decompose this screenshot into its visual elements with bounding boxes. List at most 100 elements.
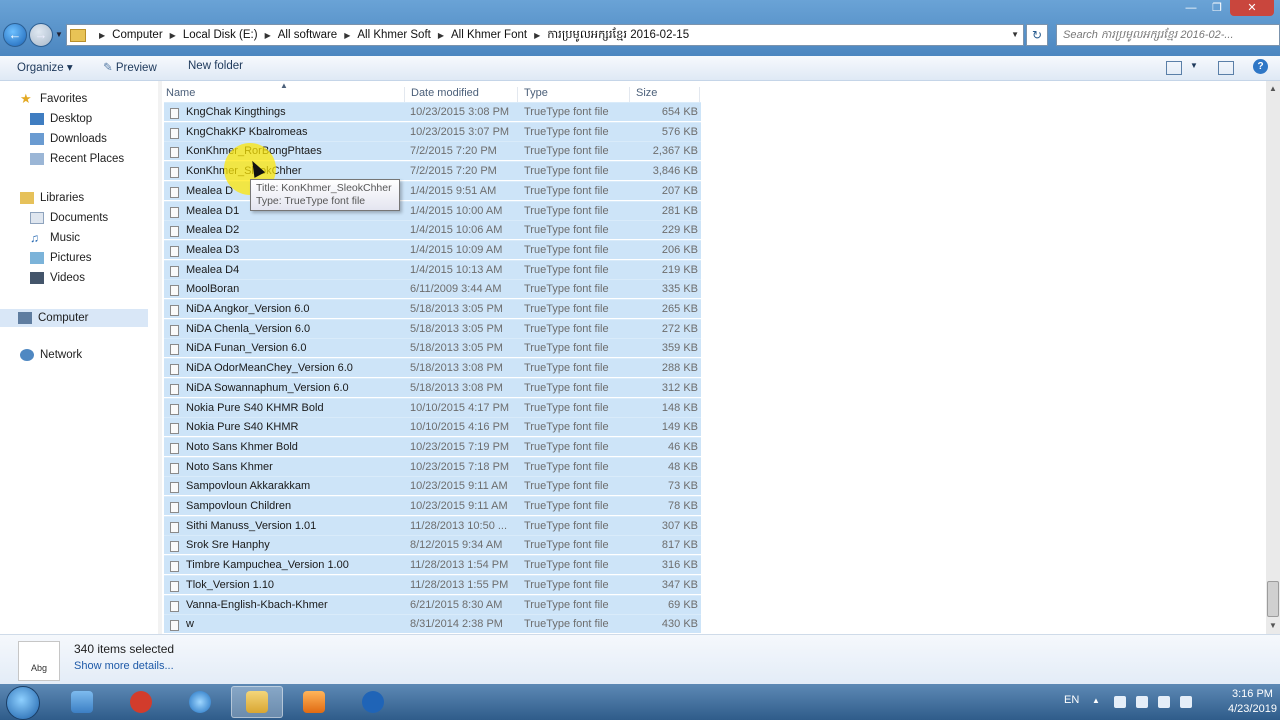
tray-app-icon[interactable] bbox=[1136, 696, 1148, 708]
scroll-down-icon[interactable]: ▼ bbox=[1266, 618, 1280, 634]
tooltip-title: Title: KonKhmer_SleokChher bbox=[256, 182, 392, 194]
taskbar-app-explorer[interactable] bbox=[231, 686, 283, 718]
file-row[interactable]: Noto Sans Khmer Bold 10/23/2015 7:19 PM Tr… bbox=[164, 437, 701, 456]
preview-button[interactable]: ✎ Preview bbox=[103, 60, 157, 74]
nav-downloads[interactable]: Downloads bbox=[30, 133, 107, 145]
clock[interactable]: 3:16 PM 4/23/2019 bbox=[1228, 687, 1277, 717]
file-size: 206 KB bbox=[661, 244, 698, 256]
refresh-icon: ↻ bbox=[1031, 28, 1043, 42]
scroll-up-icon[interactable]: ▲ bbox=[1266, 81, 1280, 97]
file-row[interactable]: NiDA Angkor_Version 6.0 5/18/2013 3:05 PM… bbox=[164, 299, 701, 318]
file-row[interactable]: Mealea D4 1/4/2015 10:13 AM TrueType font … bbox=[164, 260, 701, 279]
file-row[interactable]: NiDA OdorMeanChey_Version 6.0 5/18/2013 3… bbox=[164, 358, 701, 377]
nav-desktop[interactable]: Desktop bbox=[30, 113, 92, 125]
file-date: 10/23/2015 7:18 PM bbox=[410, 461, 510, 473]
chevron-right-icon[interactable]: ▶ bbox=[344, 31, 350, 40]
nav-recent-places[interactable]: Recent Places bbox=[30, 153, 124, 165]
file-row[interactable]: Mealea D1 1/4/2015 10:00 AM TrueType font … bbox=[164, 201, 701, 220]
selection-count: 340 items selected bbox=[74, 642, 175, 656]
start-button[interactable] bbox=[6, 686, 40, 720]
refresh-button[interactable]: ↻ bbox=[1026, 24, 1048, 46]
crumb-all-software[interactable]: All software bbox=[278, 29, 337, 41]
language-indicator[interactable]: EN bbox=[1064, 694, 1079, 706]
taskbar-app-phone[interactable] bbox=[347, 686, 399, 718]
chevron-right-icon[interactable]: ▶ bbox=[438, 31, 444, 40]
column-date[interactable]: Date modified bbox=[411, 87, 479, 99]
crumb-computer[interactable]: Computer bbox=[112, 29, 163, 41]
chevron-right-icon[interactable]: ▶ bbox=[534, 31, 540, 40]
file-row[interactable]: NiDA Chenla_Version 6.0 5/18/2013 3:05 PM… bbox=[164, 319, 701, 338]
file-row[interactable]: Vanna-English-Kbach-Khmer 6/21/2015 8:30 … bbox=[164, 595, 701, 614]
file-type: TrueType font file bbox=[524, 342, 609, 354]
recent-pages-dropdown[interactable]: ▼ bbox=[55, 30, 63, 39]
preview-label: Preview bbox=[115, 62, 157, 74]
file-type: TrueType font file bbox=[524, 579, 609, 591]
nav-computer[interactable]: Computer bbox=[0, 309, 148, 327]
file-row[interactable]: KngChak Kingthings 10/23/2015 3:08 PM True… bbox=[164, 102, 701, 121]
forward-button[interactable]: → bbox=[29, 23, 53, 47]
new-folder-button[interactable]: New folder bbox=[188, 60, 243, 72]
organize-button[interactable]: Organize ▾ bbox=[17, 60, 73, 74]
file-row[interactable]: NiDA Funan_Version 6.0 5/18/2013 3:05 PM T… bbox=[164, 338, 701, 357]
file-row[interactable]: Sampovloun Children 10/23/2015 9:11 AM Tru… bbox=[164, 496, 701, 515]
taskbar-app-shutdown[interactable] bbox=[115, 686, 167, 718]
back-button[interactable]: ← bbox=[3, 23, 27, 47]
change-view-icon[interactable] bbox=[1166, 61, 1182, 75]
file-row[interactable]: Nokia Pure S40 KHMR Bold 10/10/2015 4:17 … bbox=[164, 398, 701, 417]
view-dropdown-icon[interactable]: ▼ bbox=[1190, 61, 1198, 70]
file-row[interactable]: Sithi Manuss_Version 1.01 11/28/2013 10:5… bbox=[164, 516, 701, 535]
show-more-details-link[interactable]: Show more details... bbox=[74, 660, 174, 672]
volume-icon[interactable] bbox=[1180, 696, 1192, 708]
font-file-icon bbox=[170, 404, 179, 415]
file-row[interactable]: NiDA Sowannaphum_Version 6.0 5/18/2013 3:… bbox=[164, 378, 701, 397]
nav-music[interactable]: ♫ Music bbox=[30, 232, 80, 244]
taskbar-app-winrar[interactable] bbox=[56, 686, 108, 718]
nav-pictures[interactable]: Pictures bbox=[30, 252, 92, 264]
file-row[interactable]: Mealea D3 1/4/2015 10:09 AM TrueType font … bbox=[164, 240, 701, 259]
file-date: 10/23/2015 9:11 AM bbox=[410, 480, 508, 492]
column-name[interactable]: Name bbox=[166, 87, 195, 99]
nav-documents[interactable]: Documents bbox=[30, 212, 108, 224]
taskbar-app-internet-explorer[interactable] bbox=[174, 686, 226, 718]
tray-expand-icon[interactable]: ▲ bbox=[1092, 696, 1100, 705]
vertical-scrollbar[interactable]: ▲ ▼ bbox=[1266, 81, 1280, 634]
crumb-local-disk[interactable]: Local Disk (E:) bbox=[183, 29, 258, 41]
nav-favorites[interactable]: ★ Favorites bbox=[20, 92, 87, 105]
crumb-current-folder[interactable]: ការប្រមូលអក្សរខ្មែរ 2016-02-15 bbox=[547, 27, 689, 44]
file-row[interactable]: MoolBoran 6/11/2009 3:44 AM TrueType font … bbox=[164, 279, 701, 298]
file-row[interactable]: Noto Sans Khmer 10/23/2015 7:18 PM TrueTyp… bbox=[164, 457, 701, 476]
taskbar-app-media-player[interactable] bbox=[288, 686, 340, 718]
search-input[interactable]: Search ការប្រមូលអក្សរខ្មែរ 2016-02-... bbox=[1056, 24, 1280, 46]
file-type: TrueType font file bbox=[524, 382, 609, 394]
maximize-button[interactable]: ❐ bbox=[1204, 0, 1230, 16]
column-type[interactable]: Type bbox=[524, 87, 548, 99]
file-list: Name ▲ Date modified Type Size KngChak K… bbox=[162, 81, 1266, 634]
network-status-icon[interactable] bbox=[1158, 696, 1170, 708]
file-row[interactable]: Tlok_Version 1.10 11/28/2013 1:55 PM TrueT… bbox=[164, 575, 701, 594]
file-row[interactable]: Sampovloun Akkarakkam 10/23/2015 9:11 AM T… bbox=[164, 476, 701, 495]
close-button[interactable]: ✕ bbox=[1230, 0, 1274, 16]
chevron-right-icon[interactable]: ▶ bbox=[170, 31, 176, 40]
nav-libraries[interactable]: Libraries bbox=[20, 192, 84, 204]
file-row[interactable]: Timbre Kampuchea_Version 1.00 11/28/2013 … bbox=[164, 555, 701, 574]
flag-icon[interactable] bbox=[1114, 696, 1126, 708]
file-date: 1/4/2015 10:09 AM bbox=[410, 244, 503, 256]
file-row[interactable]: w 8/31/2014 2:38 PM TrueType font file 430 … bbox=[164, 614, 701, 633]
address-bar[interactable]: ▶ Computer ▶ Local Disk (E:) ▶ All softw… bbox=[66, 24, 1024, 46]
column-size[interactable]: Size bbox=[636, 87, 657, 99]
file-row[interactable]: Srok Sre Hanphy 8/12/2015 9:34 AM TrueType… bbox=[164, 535, 701, 554]
address-dropdown-icon[interactable]: ▼ bbox=[1011, 30, 1019, 39]
minimize-button[interactable]: — bbox=[1178, 0, 1204, 16]
help-icon[interactable]: ? bbox=[1253, 59, 1268, 74]
crumb-all-khmer-soft[interactable]: All Khmer Soft bbox=[357, 29, 431, 41]
scroll-thumb[interactable] bbox=[1267, 581, 1279, 617]
file-row[interactable]: Mealea D2 1/4/2015 10:06 AM TrueType font … bbox=[164, 220, 701, 239]
nav-videos[interactable]: Videos bbox=[30, 272, 85, 284]
chevron-right-icon[interactable]: ▶ bbox=[265, 31, 271, 40]
preview-pane-icon[interactable] bbox=[1218, 61, 1234, 75]
nav-network[interactable]: Network bbox=[20, 349, 82, 361]
crumb-all-khmer-font[interactable]: All Khmer Font bbox=[451, 29, 527, 41]
nav-downloads-label: Downloads bbox=[50, 133, 107, 145]
file-row[interactable]: Nokia Pure S40 KHMR 10/10/2015 4:16 PM Tru… bbox=[164, 417, 701, 436]
file-row[interactable]: KngChakKP Kbalromeas 10/23/2015 3:07 PM Tr… bbox=[164, 122, 701, 141]
